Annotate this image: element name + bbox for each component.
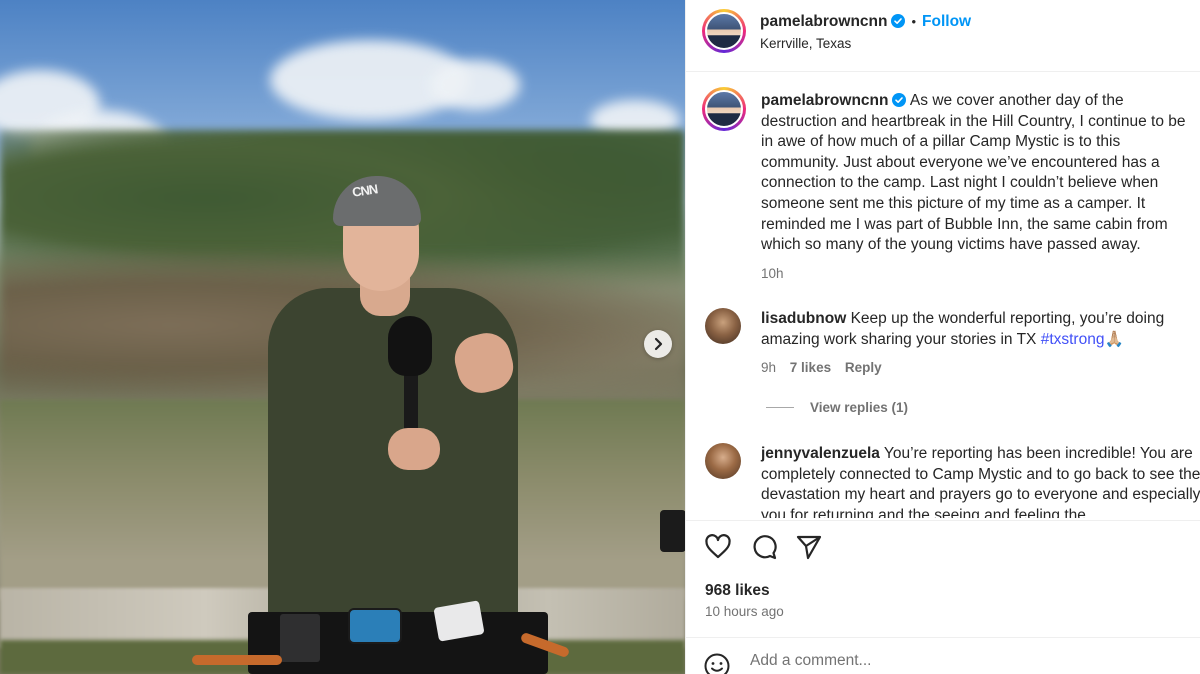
add-comment-bar [686, 637, 1200, 674]
clamp-handle [192, 655, 282, 665]
stand-post [660, 510, 685, 552]
microphone [388, 316, 432, 376]
verified-badge-icon [891, 14, 906, 28]
caption-time: 10h [761, 265, 784, 281]
author-username[interactable]: pamelabrowncnn [760, 13, 887, 30]
view-replies-label: View replies (1) [810, 400, 909, 415]
post-header: pamelabrowncnn • Follow Kerrville, Texas [686, 0, 1200, 72]
likes-count[interactable]: 968 likes [705, 582, 770, 600]
commenter-username[interactable]: lisadubnow [761, 310, 846, 327]
follow-button[interactable]: Follow [922, 13, 971, 30]
commenter-avatar[interactable] [705, 308, 741, 344]
equipment-box [280, 614, 320, 662]
commenter-avatar[interactable] [705, 443, 741, 479]
commenter-username[interactable]: jennyvalenzuela [761, 445, 880, 462]
comment-likes[interactable]: 7 likes [790, 360, 831, 375]
reporter-hand [388, 428, 440, 470]
post-caption: pamelabrowncnn As we cover another day o… [761, 91, 1200, 284]
post-photo: CNN [0, 0, 685, 674]
comments-scroll[interactable]: pamelabrowncnn As we cover another day o… [686, 73, 1200, 518]
post-location[interactable]: Kerrville, Texas [760, 36, 851, 51]
comment-bubble-icon[interactable] [750, 533, 778, 561]
caption-avatar[interactable] [702, 87, 746, 131]
comment-meta: 9h 7 likes Reply [761, 358, 1200, 379]
author-avatar[interactable] [702, 9, 746, 53]
hashtag-link[interactable]: #txstrong [1041, 331, 1105, 348]
post-panel: pamelabrowncnn • Follow Kerrville, Texas p… [685, 0, 1200, 674]
emoji: 🙏🏼 [1104, 330, 1124, 348]
reply-button[interactable]: Reply [845, 360, 882, 375]
paper-plane-icon[interactable] [795, 533, 823, 561]
comment-time: 9h [761, 360, 777, 376]
separator-dot: • [911, 14, 917, 29]
replies-line [766, 407, 794, 408]
reporter: CNN [0, 0, 685, 674]
post-time: 10 hours ago [705, 604, 784, 619]
chevron-right-icon [654, 337, 663, 351]
verified-badge-icon [892, 93, 907, 107]
author-line: pamelabrowncnn • Follow [760, 13, 971, 31]
phone [348, 608, 402, 644]
smiley-icon[interactable] [704, 653, 730, 674]
caption-username[interactable]: pamelabrowncnn [761, 92, 888, 109]
comment-item: lisadubnow Keep up the wonderful reporti… [761, 309, 1200, 379]
add-comment-input[interactable] [750, 652, 1150, 670]
caption-text: As we cover another day of the destructi… [761, 92, 1186, 254]
comment-item: jennyvalenzuela You’re reporting has bee… [761, 444, 1200, 518]
next-photo-button[interactable] [644, 330, 672, 358]
action-bar [686, 520, 1200, 575]
view-replies-button[interactable]: View replies (1) [766, 400, 908, 415]
heart-icon[interactable] [704, 533, 732, 561]
